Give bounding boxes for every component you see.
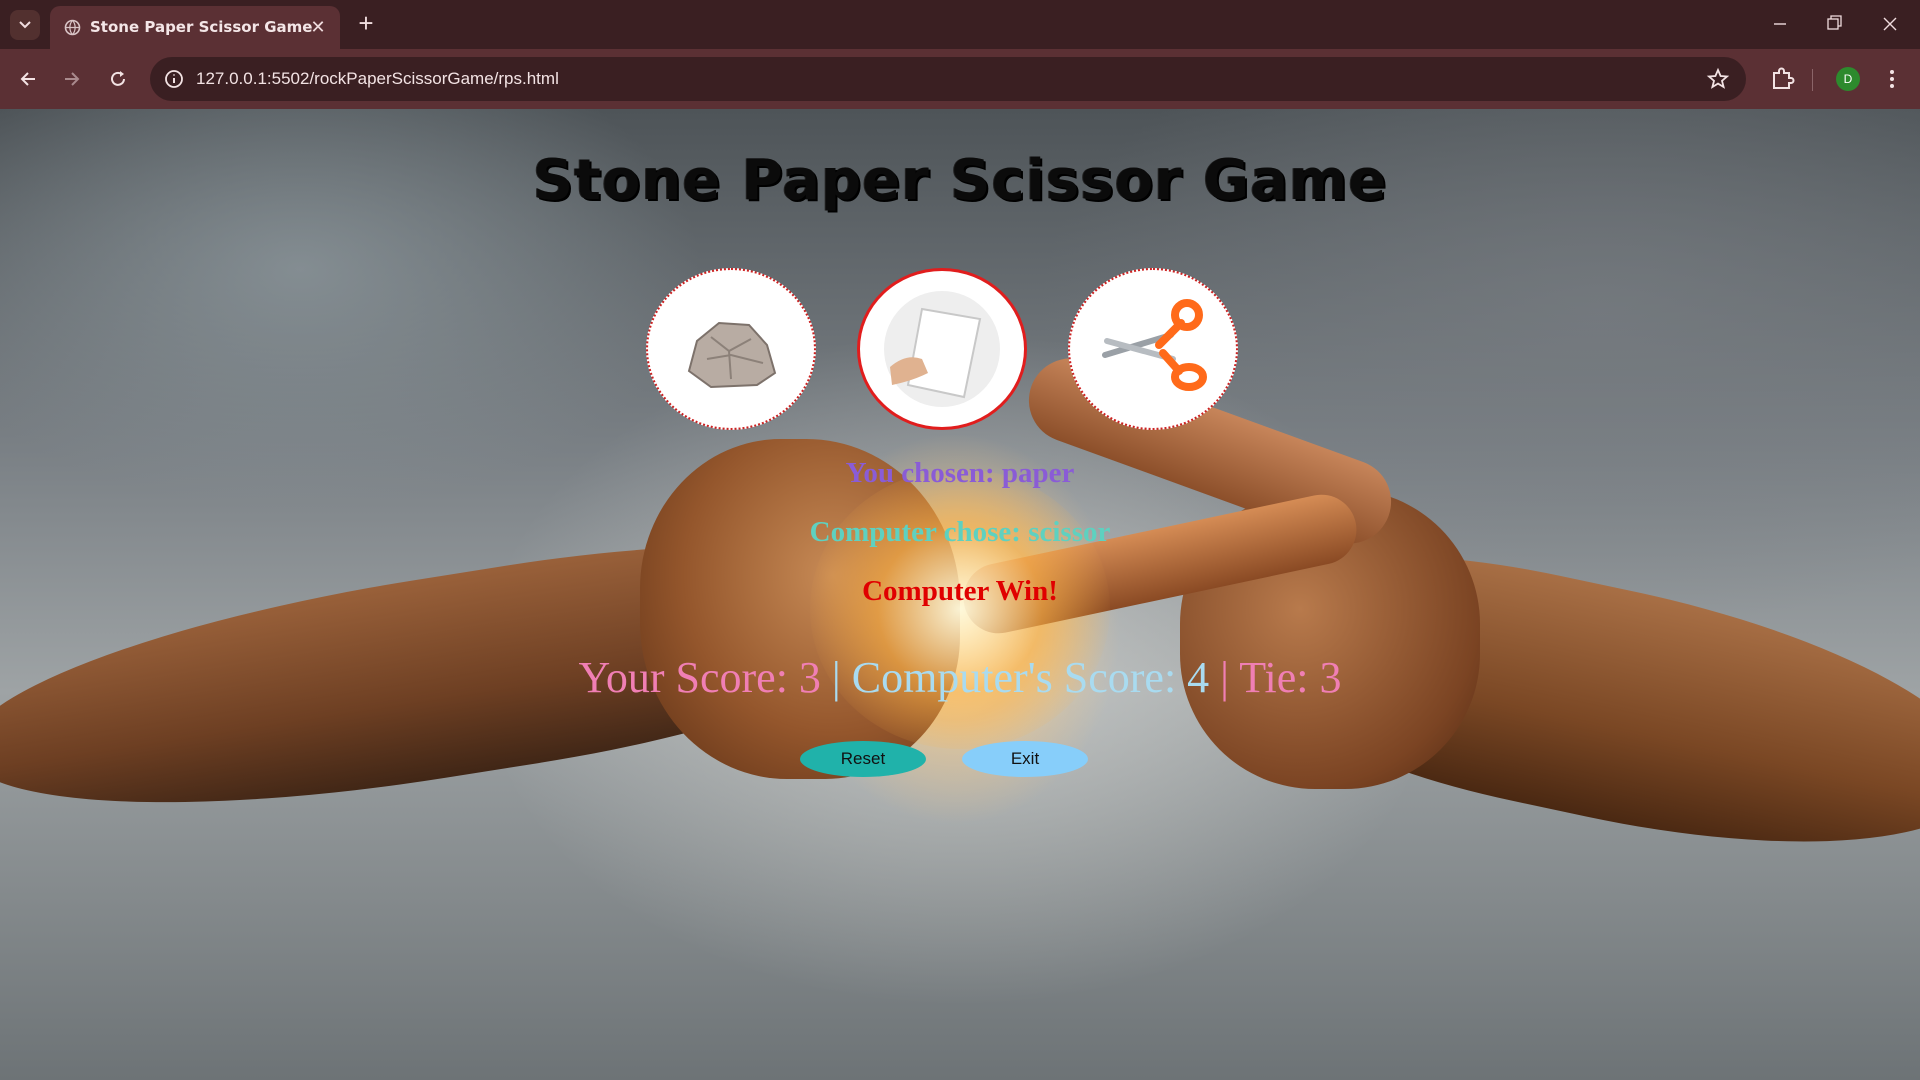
tie-score: Tie: 3	[1239, 653, 1342, 702]
back-arrow-icon[interactable]	[12, 63, 44, 95]
extensions-puzzle-icon[interactable]	[1766, 63, 1798, 95]
reset-button[interactable]: Reset	[800, 741, 926, 777]
paper-image	[884, 291, 1000, 407]
site-info-icon[interactable]	[162, 67, 186, 91]
tab-title: Stone Paper Scissor Game	[90, 18, 313, 36]
globe-icon	[64, 19, 81, 36]
reload-icon[interactable]	[102, 63, 134, 95]
browser-tab[interactable]: Stone Paper Scissor Game ✕	[50, 6, 340, 49]
new-tab-button[interactable]: +	[352, 10, 380, 38]
result-text: Computer Win!	[862, 575, 1058, 607]
impact-flash-graphic	[810, 469, 1110, 749]
toolbar-separator	[1812, 69, 1813, 91]
bookmark-star-icon[interactable]	[1706, 67, 1730, 91]
score-separator: |	[820, 653, 852, 702]
chevron-down-icon	[19, 21, 31, 29]
restore-icon[interactable]	[1814, 10, 1854, 38]
minimize-icon[interactable]	[1760, 10, 1800, 38]
scoreboard: Your Score: 3 | Computer's Score: 4 | Ti…	[0, 652, 1920, 703]
score-separator: |	[1209, 653, 1240, 702]
kebab-menu-icon[interactable]	[1880, 65, 1904, 93]
scissor-choice-button[interactable]	[1068, 268, 1238, 430]
stone-choice-button[interactable]	[646, 268, 816, 430]
exit-button[interactable]: Exit	[962, 741, 1088, 777]
address-bar[interactable]: 127.0.0.1:5502/rockPaperScissorGame/rps.…	[150, 57, 1746, 101]
close-tab-icon[interactable]: ✕	[308, 17, 328, 37]
user-choice-text: You chosen: paper	[845, 457, 1075, 489]
browser-tabstrip: Stone Paper Scissor Game ✕ +	[0, 0, 1920, 49]
computer-score: Computer's Score: 4	[851, 653, 1210, 702]
paper-choice-button[interactable]	[857, 268, 1027, 430]
user-score: Your Score: 3	[578, 653, 821, 702]
computer-choice-text: Computer chose: scissor	[809, 516, 1111, 548]
close-window-icon[interactable]	[1870, 10, 1910, 38]
browser-toolbar: 127.0.0.1:5502/rockPaperScissorGame/rps.…	[0, 49, 1920, 109]
tab-search-button[interactable]	[10, 10, 40, 40]
game-title: Stone Paper Scissor Game	[532, 148, 1388, 213]
rock-image	[687, 321, 777, 389]
profile-avatar[interactable]: D	[1836, 67, 1860, 91]
scissor-image	[1102, 299, 1207, 391]
url-text[interactable]: 127.0.0.1:5502/rockPaperScissorGame/rps.…	[196, 69, 559, 89]
forward-arrow-icon[interactable]	[56, 63, 88, 95]
